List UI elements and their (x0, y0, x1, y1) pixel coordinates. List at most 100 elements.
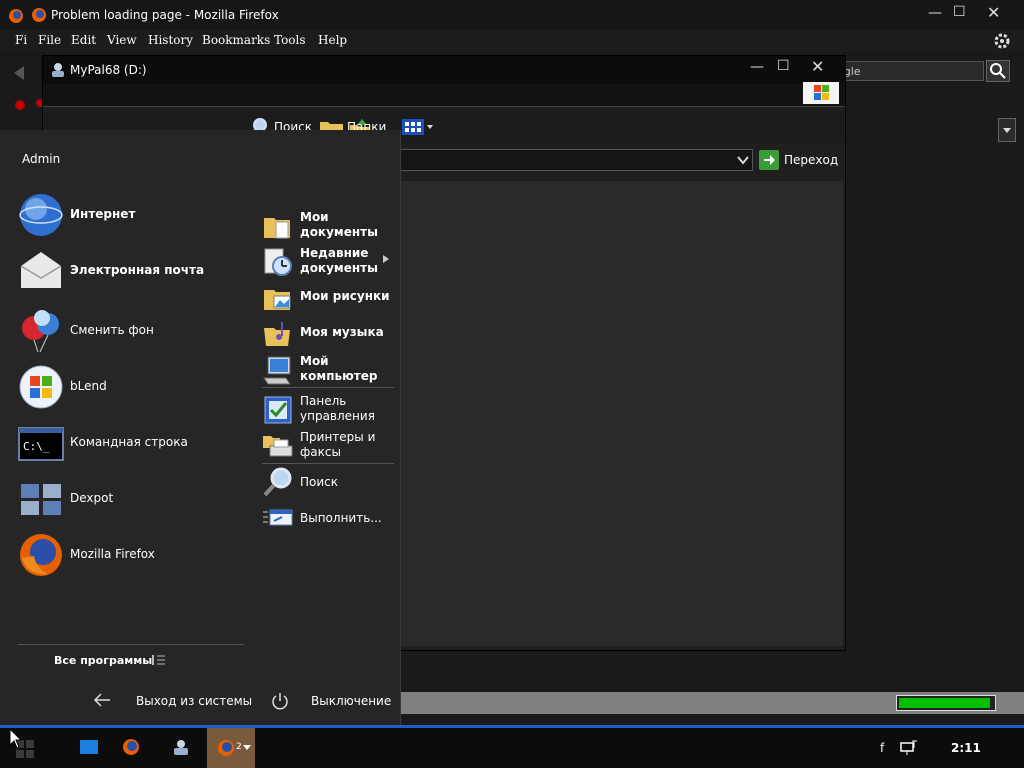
menu-tools[interactable]: Tools (274, 33, 306, 47)
place-label: Выполнить... (300, 511, 382, 525)
start-item-change-background[interactable]: Сменить фон (16, 306, 246, 358)
computer-icon (263, 356, 291, 385)
menu-edit[interactable]: Edit (71, 33, 96, 47)
explorer-content-area[interactable] (398, 181, 843, 646)
start-item-label: Mozilla Firefox (70, 547, 155, 561)
place-label: Моя музыка (300, 325, 384, 339)
explorer-maximize-button[interactable]: ☐ (777, 58, 790, 74)
log-off-button[interactable]: Выход из системы (136, 694, 252, 708)
start-item-blend[interactable]: bLend (16, 362, 246, 414)
address-bar-input[interactable] (398, 149, 753, 171)
place-label: Принтеры и факсы (300, 430, 376, 459)
place-my-pictures[interactable]: Мои рисунки (262, 280, 394, 314)
firefox-logo-icon (32, 8, 46, 22)
place-printers-faxes[interactable]: Принтеры и факсы (262, 428, 394, 462)
start-menu-username: Admin (22, 152, 61, 166)
firefox-icon (20, 534, 62, 576)
taskbar: 2 f 2:11 (0, 725, 1024, 768)
menu-bookmarks[interactable]: Bookmarks (202, 33, 270, 47)
search-icon (990, 63, 1006, 79)
place-run[interactable]: Выполнить... (262, 500, 394, 534)
start-item-label: Сменить фон (70, 323, 154, 337)
taskbar-clock[interactable]: 2:11 (951, 741, 981, 755)
left-column-separator (18, 644, 244, 645)
submenu-arrow-icon (383, 255, 389, 263)
back-arrow-icon[interactable] (10, 64, 28, 82)
start-item-command-prompt[interactable]: C:\_ Командная строка (16, 418, 246, 470)
desktop-icon (80, 740, 98, 754)
tray-hidden-item[interactable]: f (880, 741, 884, 755)
firefox-search-input[interactable]: ogle (832, 61, 984, 81)
start-item-email[interactable]: Электронная почта (16, 246, 246, 298)
dropdown-arrow-button[interactable] (998, 118, 1016, 142)
network-tray-icon[interactable] (900, 740, 918, 756)
go-button[interactable]: Переход (759, 150, 839, 170)
chevron-down-icon (1003, 128, 1011, 133)
taskbar-firefox-group[interactable]: 2 (207, 728, 255, 768)
menu-file[interactable]: File (38, 33, 61, 47)
place-label: Недавние документы (300, 246, 378, 275)
menu-view[interactable]: View (107, 33, 137, 47)
place-label: Мои рисунки (300, 289, 390, 303)
firefox-icon (123, 739, 139, 755)
taskbar-explorer-launcher[interactable] (164, 728, 198, 768)
program-list-icon[interactable] (151, 653, 167, 667)
mouse-cursor-icon (9, 728, 23, 749)
place-label: Мой компьютер (300, 354, 378, 383)
start-item-internet[interactable]: Интернет (16, 190, 246, 242)
firefox-system-icon[interactable] (8, 8, 24, 24)
place-label: Панель управления (300, 394, 375, 423)
taskbar-firefox-launcher[interactable] (114, 728, 148, 768)
explorer-close-button[interactable]: ✕ (811, 57, 824, 76)
all-programs-button[interactable]: Все программы (54, 654, 152, 667)
log-off-arrow-icon[interactable] (92, 692, 112, 708)
menu-help[interactable]: Help (318, 33, 347, 47)
explorer-minimize-button[interactable]: — (750, 59, 764, 75)
firefox-maximize-button[interactable]: ☐ (953, 4, 966, 20)
activity-gear-icon (994, 33, 1010, 49)
firefox-icon (218, 740, 234, 756)
place-my-documents[interactable]: Мои документы (262, 208, 394, 242)
place-label: Поиск (300, 475, 339, 489)
place-recent-documents[interactable]: Недавние документы (262, 244, 394, 278)
place-search[interactable]: Поиск (262, 464, 394, 498)
place-my-music[interactable]: Моя музыка (262, 316, 394, 350)
group-count: 2 (236, 742, 242, 752)
menu-history[interactable]: History (148, 33, 193, 47)
user-drive-icon (52, 63, 64, 77)
place-label: Мои документы (300, 210, 378, 239)
start-button[interactable] (0, 728, 48, 768)
explorer-menubar (43, 84, 845, 107)
taskbar-show-desktop[interactable] (72, 728, 106, 768)
user-drive-icon (174, 740, 188, 755)
shut-down-button[interactable]: Выключение (311, 694, 391, 708)
firefox-minimize-button[interactable]: — (928, 5, 942, 21)
start-item-firefox[interactable]: Mozilla Firefox (16, 530, 246, 582)
windows-flag-icon (803, 82, 839, 104)
chevron-down-icon[interactable] (736, 154, 750, 166)
go-arrow-icon (759, 150, 779, 170)
firefox-search-button[interactable] (986, 60, 1010, 82)
recent-documents-icon (264, 248, 292, 276)
power-icon[interactable] (271, 692, 289, 710)
explorer-titlebar[interactable]: MyPal68 (D:) — ☐ ✕ (43, 56, 845, 84)
start-item-label: Интернет (70, 207, 136, 221)
views-icon[interactable] (401, 118, 435, 136)
music-folder-icon (264, 322, 290, 346)
right-column-separator (262, 387, 394, 388)
pictures-folder-icon (264, 290, 291, 310)
firefox-titlebar[interactable]: Problem loading page - Mozilla Firefox —… (0, 0, 1024, 30)
start-item-label: Электронная почта (70, 263, 205, 277)
chevron-down-icon (243, 745, 251, 750)
place-control-panel[interactable]: Панель управления (262, 392, 394, 426)
firefox-menubar: Fi File Edit View History Bookmarks Tool… (0, 30, 1024, 52)
start-item-dexpot[interactable]: Dexpot (16, 474, 246, 526)
envelope-icon (20, 252, 62, 288)
svg-text:C:\_: C:\_ (23, 440, 50, 453)
globe-icon (19, 194, 63, 236)
progress-fill (899, 698, 990, 708)
firefox-close-button[interactable]: ✕ (987, 3, 1000, 22)
firefox-window-title: Problem loading page - Mozilla Firefox (51, 8, 279, 22)
place-my-computer[interactable]: Мой компьютер (262, 352, 394, 386)
printer-icon (263, 436, 293, 457)
